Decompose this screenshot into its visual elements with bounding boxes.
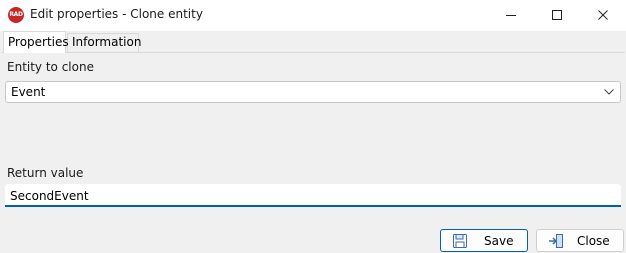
close-window-button[interactable] [580, 0, 626, 31]
entity-to-clone-label: Entity to clone [7, 60, 94, 74]
maximize-button[interactable] [534, 0, 580, 31]
close-button[interactable]: Close [536, 229, 624, 252]
tab-information[interactable]: Information [67, 33, 141, 52]
app-logo-icon: RAD [8, 7, 24, 23]
save-button[interactable]: Save [440, 229, 528, 252]
entity-to-clone-dropdown[interactable]: Event [5, 81, 621, 103]
close-icon [598, 10, 608, 20]
minimize-icon [506, 15, 516, 16]
exit-door-icon [549, 234, 563, 248]
floppy-disk-icon [453, 234, 467, 248]
title-bar[interactable]: RAD Edit properties - Clone entity [0, 0, 626, 31]
return-value-label: Return value [7, 166, 84, 180]
tab-strip: Properties Information [0, 31, 626, 53]
return-value-input[interactable] [5, 184, 621, 207]
minimize-button[interactable] [488, 0, 534, 31]
button-bar [0, 226, 626, 253]
maximize-icon [552, 10, 562, 20]
window-title: Edit properties - Clone entity [30, 7, 203, 21]
save-button-label: Save [484, 234, 514, 248]
entity-to-clone-value: Event [11, 85, 46, 99]
chevron-down-icon [604, 89, 614, 95]
close-button-label: Close [577, 234, 610, 248]
tab-properties[interactable]: Properties [3, 31, 69, 53]
dialog-window: RAD Edit properties - Clone entity Prope… [0, 0, 626, 253]
